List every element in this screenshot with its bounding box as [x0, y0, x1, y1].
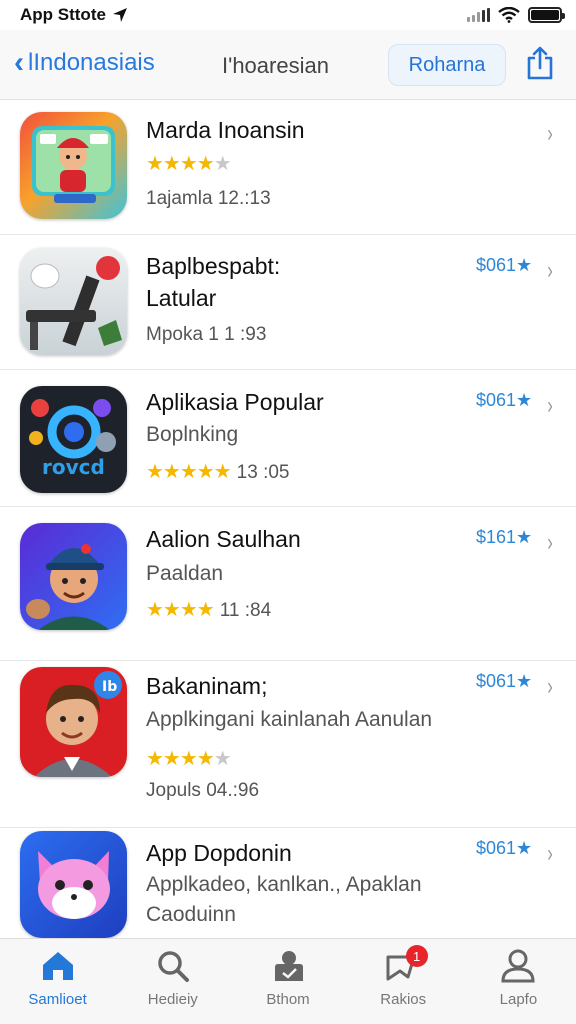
app-icon-cat-character: [20, 831, 127, 938]
app-row[interactable]: Aalion Saulhan Paaldan ★★★★ 11 :84 $161★ …: [0, 507, 576, 661]
app-list: Marda Inoansin ★★★★★ 1ajamla 12.:13 › Ba…: [0, 100, 576, 978]
rating-stars: ★★★★★: [146, 748, 232, 770]
app-price: $061★: [476, 671, 533, 691]
chevron-right-icon: ›: [547, 257, 553, 284]
app-icon-cartoon-boy: [20, 112, 127, 219]
tab-label: Hedieiy: [147, 991, 198, 1008]
tab-label: Rakios: [380, 991, 427, 1008]
tab-label: Lapfo: [499, 991, 538, 1008]
tab-apps[interactable]: Bthom: [230, 939, 345, 1024]
app-subtitle: Latular: [146, 285, 217, 311]
app-subtitle: Applkingani kainlanah Aanulan: [146, 708, 433, 731]
svg-text:Ib: Ib: [102, 679, 117, 695]
app-meta: 1ajamla 12.:13: [146, 188, 271, 209]
notification-badge: 1: [405, 945, 428, 967]
rating-stars: ★★★★★: [146, 153, 232, 175]
app-price: $061★: [476, 838, 533, 858]
tab-search[interactable]: Hedieiy: [115, 939, 230, 1024]
app-icon-cap-boy: [20, 523, 127, 630]
app-row[interactable]: Marda Inoansin ★★★★★ 1ajamla 12.:13 ›: [0, 100, 576, 235]
profile-icon: [501, 949, 535, 983]
back-label: lIndonasiais: [28, 49, 155, 76]
app-subtitle: Applkadeo, kanlkan., Apaklan: [146, 873, 422, 896]
svg-text:rovcd: rovcd: [42, 455, 105, 479]
app-meta: Jopuls 04.:96: [146, 780, 260, 801]
app-icon-man-portrait: Ib: [20, 667, 127, 777]
app-name: Marda Inoansin: [146, 117, 305, 143]
rating-stars: ★★★★ 11 :84: [146, 599, 272, 621]
chevron-right-icon: ›: [547, 840, 553, 867]
app-name: Bakaninam;: [146, 673, 268, 699]
chevron-right-icon: ›: [547, 392, 553, 419]
tab-home[interactable]: Samlioet: [0, 939, 115, 1024]
nav-action-button[interactable]: Roharna: [388, 44, 506, 86]
status-right: [467, 7, 565, 23]
home-icon: [42, 952, 73, 980]
carrier-label: App Sttote: [20, 5, 106, 24]
page-title: I'hoaresian: [222, 53, 329, 78]
app-name: Baplbespabt:: [146, 253, 281, 279]
chevron-right-icon: ›: [547, 529, 553, 556]
search-icon: [158, 951, 189, 982]
status-left: App Sttote: [20, 5, 128, 25]
app-name: App Dopdonin: [146, 840, 292, 866]
tab-updates[interactable]: 1 Rakios: [346, 939, 461, 1024]
tab-bar: Samlioet Hedieiy Bthom 1 Rakios Lapfo: [0, 938, 576, 1024]
app-price: $161★: [476, 527, 533, 547]
rating-stars: ★★★★★ 13 :05: [146, 461, 290, 483]
signal-icon: [467, 8, 490, 22]
apps-icon: [275, 951, 303, 981]
app-row[interactable]: rovcd Aplikasia Popular Boplnking ★★★★★ 1…: [0, 370, 576, 507]
app-store-screen: App Sttote ‹ lIndonasiais I'hoaresian Ro…: [0, 0, 576, 1024]
tab-label: Bthom: [266, 991, 310, 1008]
battery-icon: [528, 7, 565, 23]
app-meta: 13 :05: [236, 462, 290, 483]
tab-label: Samlioet: [28, 991, 87, 1008]
app-row[interactable]: Baplbespabt: Latular Mpoka 1 1 :93 $061★…: [0, 235, 576, 370]
location-icon: [112, 8, 127, 22]
app-subtitle-line2: Caoduinn: [146, 903, 236, 926]
status-bar: App Sttote: [0, 0, 576, 30]
app-name: Aplikasia Popular: [146, 389, 324, 415]
app-icon-workout-bench: [20, 248, 127, 355]
navigation-bar: ‹ lIndonasiais I'hoaresian Roharna: [0, 30, 576, 100]
app-icon-social-circles: rovcd: [20, 386, 127, 493]
app-price: $061★: [476, 255, 533, 275]
app-name: Aalion Saulhan: [146, 526, 301, 552]
app-meta: Mpoka 1 1 :93: [146, 324, 267, 345]
app-meta: 11 :84: [219, 600, 272, 621]
app-subtitle: Paaldan: [146, 562, 224, 585]
app-subtitle: Boplnking: [146, 423, 239, 446]
chevron-right-icon: ›: [547, 120, 553, 147]
chevron-left-icon: ‹: [14, 46, 24, 79]
share-icon[interactable]: [526, 46, 554, 80]
back-button[interactable]: ‹ lIndonasiais: [14, 48, 155, 78]
app-price: $061★: [476, 390, 533, 410]
app-row[interactable]: Ib Bakaninam; Applkingani kainlanah Aanu…: [0, 661, 576, 828]
wifi-icon: [498, 7, 520, 23]
tab-profile[interactable]: Lapfo: [461, 939, 576, 1024]
chevron-right-icon: ›: [547, 673, 553, 700]
